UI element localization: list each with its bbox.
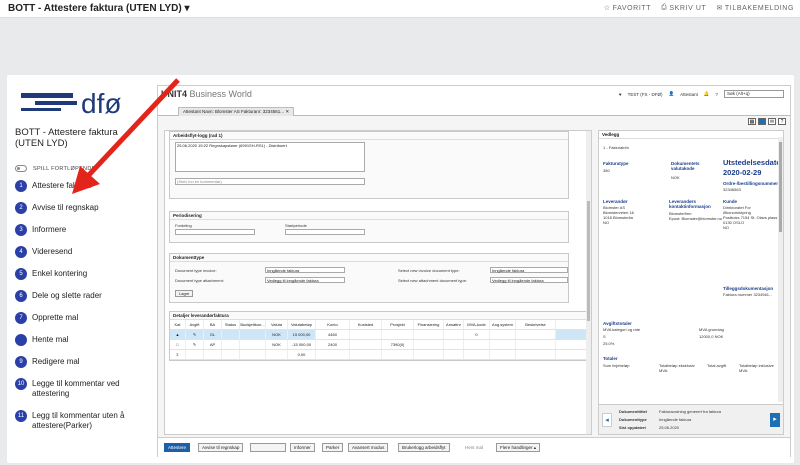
viewer-scrollbar[interactable] [778,137,783,402]
tab-bar: Attestant Navn: Blomster AS Fakturanr: 3… [158,106,790,116]
printer-icon: ⎙ [661,4,668,11]
form-scrollbar[interactable] [586,131,591,434]
mail-icon[interactable]: ✉ [768,118,776,125]
heart-icon[interactable]: ♥ [619,92,622,97]
step-1[interactable]: 1 Attestere faktura [15,180,144,192]
startperiode-select[interactable] [285,229,365,235]
sidebar: dfø BOTT - Attestere faktura (UTEN LYD) … [7,75,150,463]
hent-mal-button[interactable]: Hent mal [461,443,488,452]
help-icon[interactable]: ? [778,118,786,125]
avansert-button[interactable]: Avansert modus [348,443,389,452]
fordeling-select[interactable] [175,229,255,235]
search-input[interactable]: Søk (Alt+q) [724,90,784,98]
step-9[interactable]: 9 Redigere mal [15,356,144,368]
svg-text:dfø: dfø [81,88,121,119]
attestere-button[interactable]: Attestere [164,443,191,452]
attachment-viewer: Vedlegg 1 - Fakturainfo Fakturatype 380 … [598,130,784,435]
informer-button[interactable]: Informer [290,443,315,452]
grid-icon[interactable]: ▦ [748,118,756,125]
title-bar: BOTT - Attestere faktura (UTEN LYD) ▾ ☆ F… [0,0,800,18]
attachment-pager: ◂ Dokumenttittel Fakturaordning generert… [599,404,783,434]
dokumenttype-section: Dokumenttype Document type invoice: Inng… [169,253,569,303]
favoritt-link[interactable]: ☆ FAVORITT [603,4,651,13]
step-10[interactable]: 10 Legge til kommentar ved attestering [15,378,144,399]
action-bar: Attestere Avvise til regnskap Informer P… [158,437,790,457]
invoice-lines-grid: Detaljer leverandørfaktura Kat Avgift BA St… [169,311,589,361]
brand: UNIT4 Business World [161,89,252,99]
lagre-button[interactable]: Lagre [175,290,194,297]
brukerlogg-button[interactable]: Brukerlogg arbeidsflyt [398,443,450,452]
step-2[interactable]: 2 Avvise til regnskap [15,202,144,214]
step-8[interactable]: Hente mal [15,334,144,346]
toggle-switch[interactable] [15,165,27,172]
periodisering-section: Periodisering Fordeling Startperiode [169,211,569,243]
avvise-button[interactable]: Avvise til regnskap [198,443,244,452]
prev-page-button[interactable]: ◂ [602,413,612,427]
simulation-panel: dfø BOTT - Attestere faktura (UTEN LYD) … [7,75,794,463]
step-11[interactable]: 11 Legg til kommentar uten å attestere(Pa… [15,410,144,431]
form-area: Arbeidsflyt-logg (rad 1) 25.06.2020 15:2… [164,130,592,435]
new-attach-doctype-select[interactable]: Vedlegg til inngående faktura [490,277,568,283]
skriv-ut-link[interactable]: ⎙ SKRIV UT [661,4,706,12]
autoplay-toggle[interactable]: SPILL FORTLØPENDE [15,165,96,172]
flere-handlinger-button[interactable]: Flere handlinger ▴ [496,443,541,452]
table-row[interactable]: □ ✎ AP NOK -15 000,00 2400 7390(0) [170,340,588,350]
step-6[interactable]: 6 Dele og slette rader [15,290,144,302]
help-icon[interactable]: ? [715,92,718,97]
chevron-down-icon[interactable]: ▾ [185,3,190,14]
toolbar-icons: ▦ ✉? [748,118,786,125]
edit-icon[interactable] [758,118,766,125]
new-invoice-doctype-select[interactable]: Inngående faktura [490,267,568,273]
dfo-logo: dfø [21,88,121,119]
tilbakemelding-link[interactable]: ✉ TILBAKEMELDING [716,4,794,13]
table-row[interactable]: ▲ ✎ GL NOK 15 000,00 4460 0 [170,330,588,340]
user-icon[interactable]: 👤 [669,91,675,97]
parker-button[interactable]: Parker [322,443,344,452]
lesson-title: BOTT - Attestere faktura (UTEN LYD) [15,127,118,149]
table-row-sum: Σ 0,00 [170,350,588,360]
mail-icon: ✉ [716,5,723,12]
window-title[interactable]: BOTT - Attestere faktura (UTEN LYD) ▾ [8,3,190,14]
comment-input[interactable]: (Skriv inn en kommentar) [175,178,365,185]
app-window: UNIT4 Business World ♥ TEST (FS - DFØ) 👤… [157,85,791,457]
bell-icon[interactable]: 🔔 [704,91,710,97]
step-3[interactable]: 3 Informere [15,224,144,236]
grid-header: Kat Avgift BA Status Budsjettkon... Valuta Val… [170,320,588,330]
log-textarea[interactable]: 25.06.2020 15:22 Regnskapsfører (6991SH-… [175,142,365,172]
star-icon: ☆ [603,5,611,12]
workflow-log-section: Arbeidsflyt-logg (rad 1) 25.06.2020 15:2… [169,131,569,199]
step-4[interactable]: 4 Videresend [15,246,144,258]
tab-attestant[interactable]: Attestant Navn: Blomster AS Fakturanr: 3… [178,107,295,116]
user-menu[interactable]: TEST (FS - DFØ) [628,92,663,97]
step-5[interactable]: 5 Enkel kontering [15,268,144,280]
attestant-menu[interactable]: Attestant [680,92,698,97]
step-7[interactable]: 7 Opprette mal [15,312,144,324]
next-page-button[interactable]: ▸ [770,413,780,427]
blank-button[interactable] [250,443,286,452]
app-header: UNIT4 Business World ♥ TEST (FS - DFØ) 👤… [158,86,790,106]
